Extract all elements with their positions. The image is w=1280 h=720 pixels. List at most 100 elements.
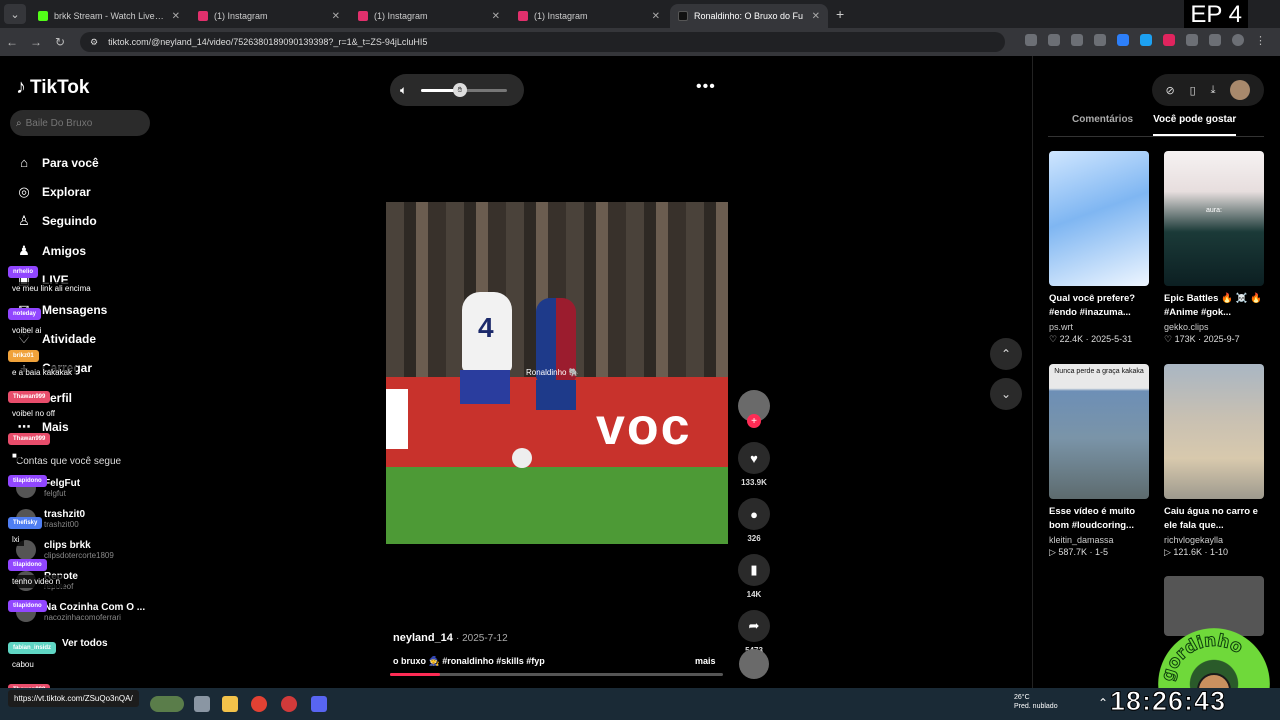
tab-close-icon[interactable]: ✕ (332, 11, 340, 22)
volume-control[interactable]: 🔈︎ ✋︎ (390, 74, 524, 106)
video-title: Qual você prefere? #endo #inazuma... (1049, 293, 1136, 318)
see-all-link[interactable]: Ver todos (62, 638, 108, 649)
download-icon[interactable]: ⤓ (1211, 84, 1216, 97)
chat-username: noteday (8, 307, 42, 320)
recommended-video-card[interactable]: aura: Epic Battles 🔥 ☠️ 🔥 #Anime #gok... g… (1164, 151, 1264, 345)
extensions-puzzle-icon[interactable] (1186, 34, 1198, 46)
extension-icon[interactable] (1140, 34, 1152, 46)
comment-button[interactable]: ● (738, 498, 770, 530)
bookmark-button[interactable]: ▮ (738, 554, 770, 586)
video-author[interactable]: gekko.clips (1164, 322, 1264, 332)
recommended-video-thumbnail[interactable] (1164, 364, 1264, 499)
video-stats: ▷ 121.6K · 1-10 (1164, 547, 1228, 557)
music-disc-avatar[interactable] (739, 649, 769, 679)
video-more-options-icon[interactable]: ••• (696, 78, 716, 96)
browser-tab[interactable]: brkk Stream - Watch Live on Ki ✕ (30, 4, 188, 28)
chat-message: fabian_insidz cabou (8, 636, 57, 672)
creator-avatar[interactable]: + (738, 390, 770, 428)
search-input[interactable] (25, 117, 136, 129)
forward-icon[interactable]: → (24, 35, 48, 49)
share-button[interactable]: ➦ (738, 610, 770, 642)
link-chat-message[interactable]: https://vt.tiktok.com/ZSuQo3nQA/ (8, 690, 139, 707)
task-view-icon[interactable] (194, 696, 210, 712)
recommended-video-thumbnail[interactable]: aura: (1164, 151, 1264, 286)
weather-desc: Pred. nublado (1014, 703, 1058, 710)
tab-close-icon[interactable]: ✕ (812, 11, 820, 22)
chat-username: tilapidono (8, 600, 47, 613)
translate-icon[interactable] (1025, 34, 1037, 46)
tab-close-icon[interactable]: ✕ (172, 11, 180, 22)
sidebar-item-para-voc-[interactable]: ⌂ Para você (16, 148, 107, 177)
follow-plus-icon[interactable]: + (747, 414, 761, 428)
tab-close-icon[interactable]: ✕ (492, 11, 500, 22)
video-author[interactable]: ps.wrt (1049, 322, 1149, 332)
chrome-icon[interactable] (251, 696, 267, 712)
tray-chevron-icon[interactable]: ⌃ (1098, 696, 1108, 710)
bookmark-star-icon[interactable] (1094, 34, 1106, 46)
heart-button[interactable]: ♥ (738, 442, 770, 474)
video-player[interactable]: voc 4 Ronaldinho 🐘 (386, 202, 728, 544)
sidebar-item-explorar[interactable]: ◎ Explorar (16, 177, 107, 206)
browser-tab[interactable]: (1) Instagram ✕ (190, 4, 348, 28)
browser-tab[interactable]: (1) Instagram ✕ (510, 4, 668, 28)
discord-icon[interactable] (311, 696, 327, 712)
next-video-arrow-icon[interactable]: ⌄ (990, 378, 1022, 410)
recommended-video-thumbnail[interactable]: Nunca perde a graça kakaka (1049, 364, 1149, 499)
chat-text: cabou (8, 658, 38, 672)
app-icon[interactable] (281, 696, 297, 712)
recommended-video-card[interactable]: Nunca perde a graça kakaka Esse vídeo é m… (1049, 364, 1149, 558)
volume-slider[interactable]: ✋︎ (421, 82, 508, 97)
browser-menu-icon[interactable]: ⋮ (1255, 34, 1267, 47)
install-icon[interactable] (1048, 34, 1060, 46)
new-tab-button[interactable]: + (836, 6, 844, 22)
file-explorer-icon[interactable] (222, 696, 238, 712)
browser-tab[interactable]: (1) Instagram ✕ (350, 4, 508, 28)
weather-widget[interactable]: 26°C Pred. nublado (1014, 693, 1058, 711)
weather-temp: 26°C (1014, 694, 1030, 701)
video-progress-bar[interactable] (390, 673, 723, 676)
extension-icon[interactable] (1163, 34, 1175, 46)
search-box[interactable]: ⌕ (10, 110, 150, 136)
author-name[interactable]: neyland_14 (393, 632, 453, 644)
sidebar-item-seguindo[interactable]: ♙ Seguindo (16, 207, 107, 236)
recommended-video-thumbnail[interactable] (1049, 151, 1149, 286)
recommended-video-card[interactable]: Qual você prefere? #endo #inazuma... ps.w… (1049, 151, 1149, 345)
video-author[interactable]: neyland_14 · 2025-7-12 (393, 632, 508, 644)
video-caption: o bruxo 🧙 #ronaldinho #skills #fyp (393, 656, 545, 666)
video-author[interactable]: kleitin_damassa (1049, 535, 1149, 545)
tiktok-logo[interactable]: ♪ TikTok (16, 76, 89, 99)
profile-avatar-icon[interactable] (1232, 34, 1244, 46)
coin-icon[interactable]: ⊘ (1165, 84, 1174, 97)
browser-tab-active[interactable]: Ronaldinho: O Bruxo do Fu ✕ (670, 4, 828, 28)
previous-video-arrow-icon[interactable]: ⌃ (990, 338, 1022, 370)
reload-icon[interactable]: ↻ (48, 35, 72, 49)
volume-knob[interactable]: ✋︎ (452, 82, 467, 97)
device-icon[interactable]: ▯ (1190, 84, 1196, 97)
svg-text:gordinho: gordinho (1158, 631, 1246, 684)
caption-more-link[interactable]: mais (695, 656, 716, 666)
speaker-icon[interactable]: 🔈︎ (400, 83, 407, 98)
tab-you-may-like[interactable]: Você pode gostar (1153, 114, 1237, 136)
media-icon[interactable] (1209, 34, 1221, 46)
url-bar[interactable]: ⚙ tiktok.com/@neyland_14/video/752638018… (80, 32, 1005, 52)
share-page-icon[interactable] (1071, 34, 1083, 46)
back-icon[interactable]: ← (0, 35, 24, 49)
white-shorts (460, 370, 510, 404)
recommended-video-thumbnail[interactable] (1164, 576, 1264, 636)
home-icon: ⌂ (20, 155, 28, 171)
video-author[interactable]: richvlogekaylla (1164, 535, 1264, 545)
taskbar-search-icon[interactable] (150, 696, 184, 712)
tiktok-note-icon: ♪ (16, 76, 26, 98)
following-icon: ♙ (18, 213, 30, 229)
chat-username: brikz01 (8, 349, 39, 362)
account-handle: felgfut (44, 489, 66, 498)
chat-message: tilapidono (8, 469, 47, 487)
tab-close-icon[interactable]: ✕ (652, 11, 660, 22)
tab-comments[interactable]: Comentários (1072, 114, 1133, 136)
recommended-video-card[interactable]: Caiu água no carro e ele fala que... rich… (1164, 364, 1264, 558)
user-avatar[interactable] (1230, 80, 1251, 100)
extension-icon[interactable] (1117, 34, 1129, 46)
site-info-icon[interactable]: ⚙ (90, 37, 98, 48)
tab-search-icon[interactable]: ⌄ (4, 4, 26, 24)
chat-text: voibel no off (8, 407, 59, 421)
